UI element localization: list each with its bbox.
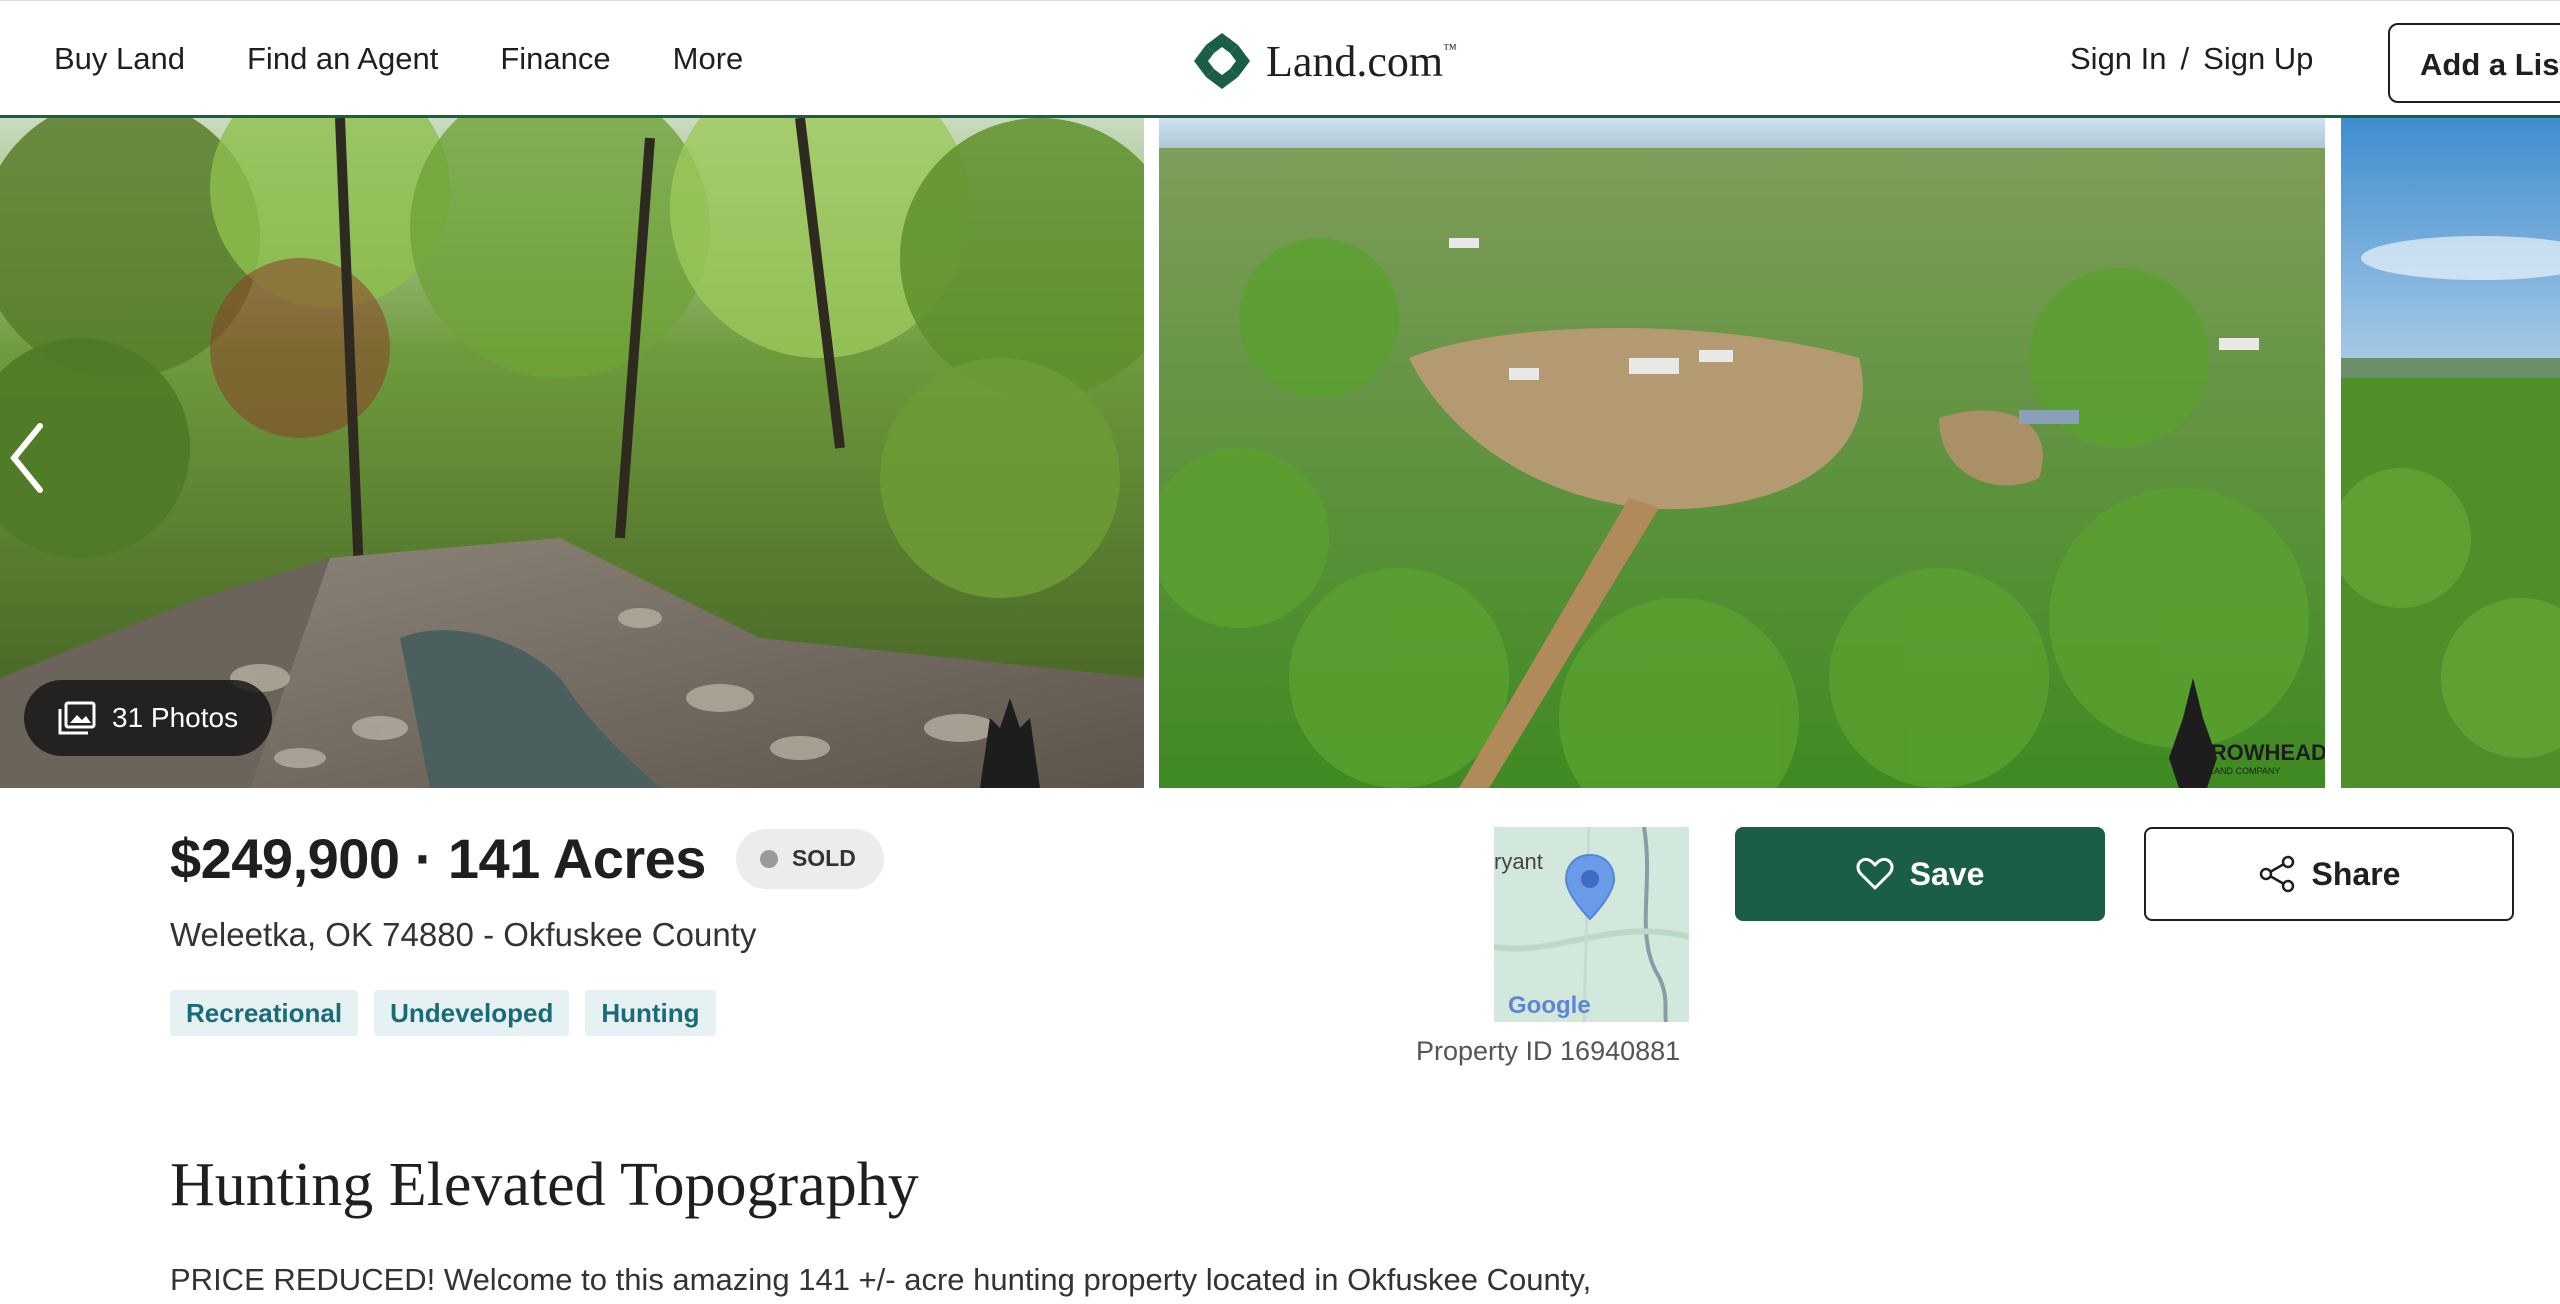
logo-text: Land.com [1266,36,1444,86]
gallery-prev-arrow[interactable] [6,418,50,498]
add-listing-button[interactable]: Add a Listing [2388,23,2560,103]
price-line: $249,900 · 141 Acres SOLD [170,826,884,891]
nav-finance[interactable]: Finance [500,41,610,77]
map-thumbnail[interactable]: ryant Google [1494,827,1689,1022]
tag-undeveloped[interactable]: Undeveloped [374,990,570,1036]
sign-up-link[interactable]: Sign Up [2203,41,2313,77]
listing-page: Buy Land Find an Agent Finance More Land… [0,0,2560,1304]
tag-hunting[interactable]: Hunting [585,990,716,1036]
top-navigation: Buy Land Find an Agent Finance More Land… [0,0,2560,118]
listing-price: $249,900 [170,827,400,890]
share-button[interactable]: Share [2144,827,2514,921]
status-label: SOLD [791,845,856,871]
status-badge: SOLD [735,828,884,889]
sign-in-link[interactable]: Sign In [2070,41,2167,77]
listing-description: PRICE REDUCED! Welcome to this amazing 1… [170,1262,1592,1297]
gallery-icon [58,701,96,735]
photo-count-label: 31 Photos [112,702,239,733]
nav-find-agent[interactable]: Find an Agent [247,41,438,77]
auth-links: Sign In / Sign Up [2070,41,2313,77]
site-logo[interactable]: Land.com™ [1192,31,1457,91]
tag-recreational[interactable]: Recreational [170,990,359,1036]
property-id: Property ID 16940881 [1416,1036,1681,1066]
share-icon [2259,855,2294,893]
map-brand-label: Google [1508,992,1591,1019]
save-button-label: Save [1909,855,1985,892]
nav-more[interactable]: More [673,41,744,77]
map-place-label: ryant [1494,849,1543,874]
listing-acres: 141 Acres [447,827,707,890]
property-tags: Recreational Undeveloped Hunting [170,990,716,1036]
logo-icon [1194,33,1250,89]
auth-separator: / [2180,41,2190,76]
status-dot-icon [759,849,778,868]
share-button-label: Share [2311,855,2401,892]
heart-icon [1856,857,1894,890]
photo-count-button[interactable]: 31 Photos [24,680,272,756]
save-button[interactable]: Save [1735,827,2105,921]
gallery-photo-partial[interactable] [2341,118,2560,788]
photo-watermark: ARROWHEAD [2179,740,2325,765]
nav-buy-land[interactable]: Buy Land [54,41,185,77]
gallery-photo-aerial[interactable]: ARROWHEAD LAND COMPANY [1159,118,2325,788]
price-separator: · [414,827,434,890]
photo-gallery: ARROWHEAD LAND COMPANY 31 Photos [0,118,2560,788]
logo-trademark: ™ [1443,41,1457,57]
price-acres-heading: $249,900 · 141 Acres [170,826,706,891]
nav-links: Buy Land Find an Agent Finance More [54,41,743,77]
photo-watermark-sub: LAND COMPANY [2209,766,2280,776]
listing-title: Hunting Elevated Topography [170,1151,919,1219]
listing-address: Weleetka, OK 74880 - Okfuskee County [170,916,757,953]
